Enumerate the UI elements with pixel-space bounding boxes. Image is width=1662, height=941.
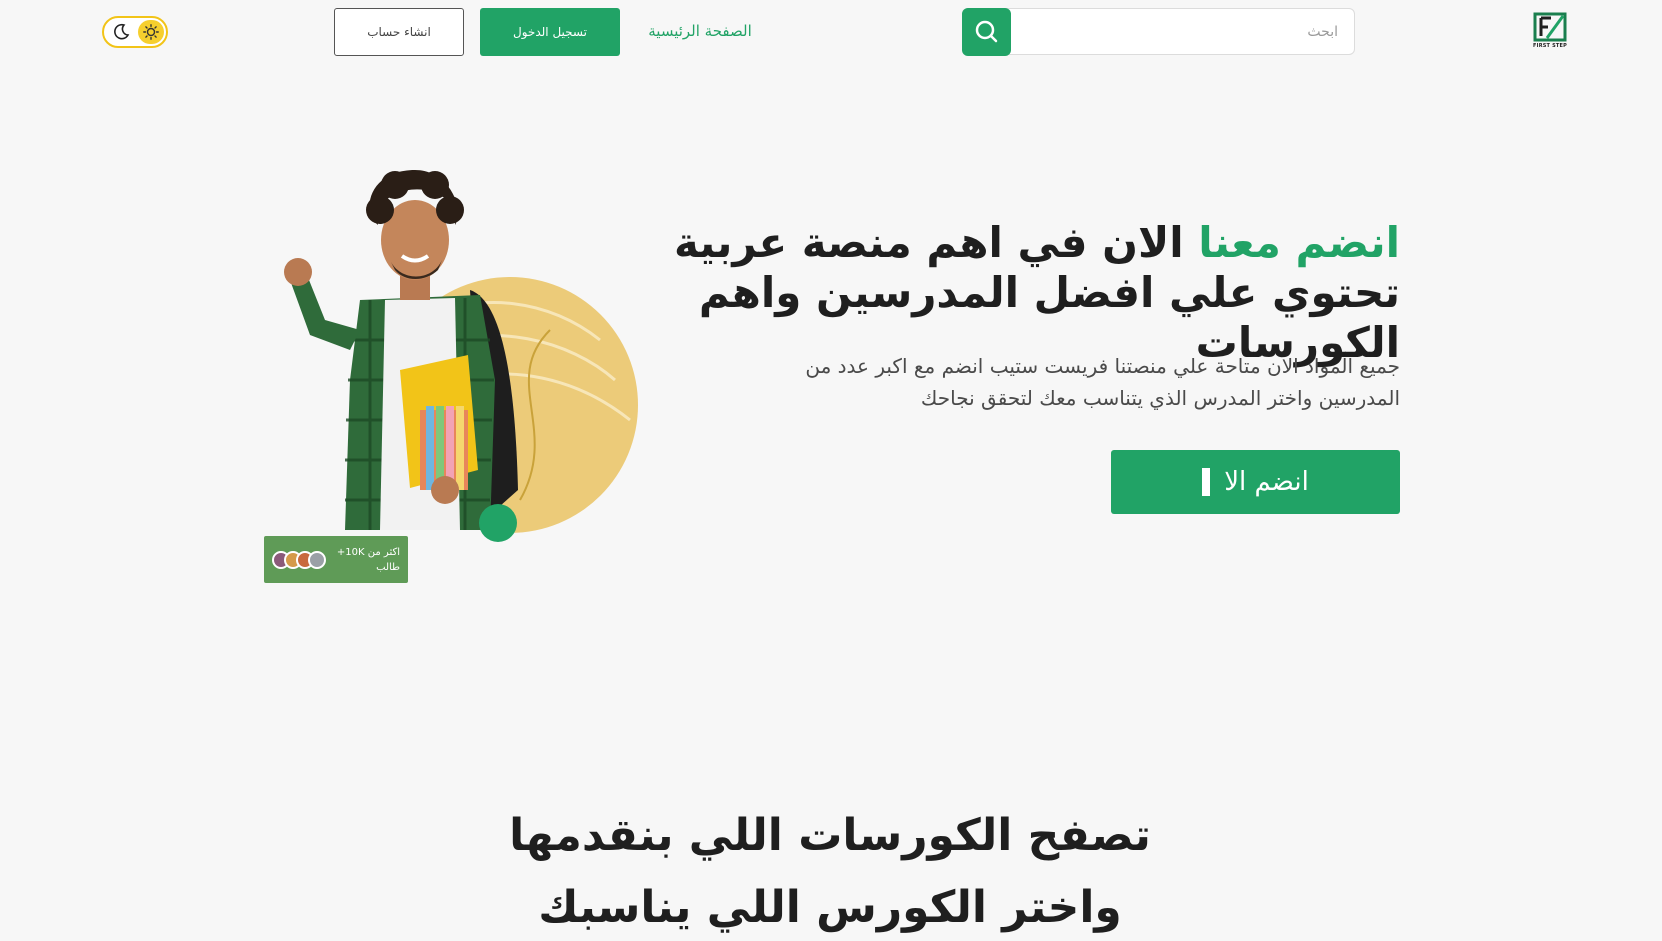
nav-home-link[interactable]: الصفحة الرئيسية <box>640 22 760 46</box>
student-figure <box>284 170 518 530</box>
courses-section-title: تصفح الكورسات اللي بنقدمها واختر الكورس … <box>509 810 1151 933</box>
search-button[interactable] <box>962 8 1011 56</box>
theme-toggle[interactable] <box>102 16 168 48</box>
avatar <box>308 550 326 569</box>
text-cursor-bar <box>1202 468 1211 496</box>
signup-button[interactable]: انشاء حساب <box>334 8 464 56</box>
logo-icon <box>1533 12 1567 42</box>
search-input[interactable] <box>1015 9 1350 54</box>
search-icon <box>975 20 997 43</box>
logo-text: FIRST STEP <box>1533 43 1567 49</box>
students-count-text: اكثر من 10K+ طالب <box>326 545 400 575</box>
search-box <box>962 8 1355 55</box>
join-now-label: انضم الا <box>1224 467 1309 497</box>
hero-illustration <box>284 170 638 542</box>
page: FIRST STEP الصفحة الرئيسية تسجيل الدخول … <box>0 0 1662 941</box>
hero-title-accent: انضم معنا <box>1198 218 1400 267</box>
hero-description: جميع المواد الان متاحة علي منصتنا فريست … <box>805 354 1400 410</box>
sun-icon <box>143 24 159 40</box>
moon-icon <box>114 23 130 40</box>
students-count-badge: اكثر من 10K+ طالب <box>264 536 408 583</box>
students-count-line2: طالب <box>376 561 400 573</box>
decor-green-dot <box>479 504 517 542</box>
hero-title: انضم معنا الان في اهم منصة عربية تحتوي ع… <box>620 218 1400 368</box>
join-now-button[interactable]: انضم الا <box>1111 450 1400 514</box>
login-button[interactable]: تسجيل الدخول <box>480 8 620 56</box>
theme-toggle-knob[interactable] <box>138 20 164 44</box>
students-count-line1: اكثر من 10K+ <box>336 546 400 558</box>
brand-logo[interactable]: FIRST STEP <box>1532 12 1568 52</box>
student-avatars <box>272 550 326 569</box>
